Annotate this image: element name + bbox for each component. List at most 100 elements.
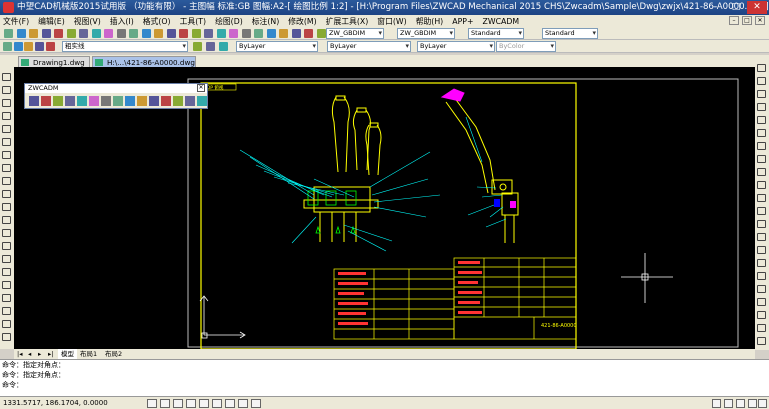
mech-tool-icon[interactable] [137,96,147,106]
modify-tool-icon[interactable] [757,337,766,345]
layer-tool-icon[interactable] [46,42,55,51]
menu-item[interactable]: APP+ [452,17,473,26]
modify-tool-icon[interactable] [757,246,766,254]
draw-tool-icon[interactable] [2,268,11,276]
menu-item[interactable]: 窗口(W) [377,16,406,27]
draw-tool-icon[interactable] [2,86,11,94]
draw-tool-icon[interactable] [2,151,11,159]
doc-restore-icon[interactable]: □ [742,16,752,25]
command-line[interactable]: 命令：指定对角点： 命令：指定对角点： 命令： [0,359,769,396]
menu-item[interactable]: ZWCADM [483,17,520,26]
draw-tool-icon[interactable] [2,333,11,341]
modify-tool-icon[interactable] [757,194,766,202]
modify-tool-icon[interactable] [757,272,766,280]
tool-icon[interactable] [79,29,88,38]
prev-layout-icon[interactable]: ◂ [28,349,31,359]
tool-icon[interactable] [304,29,313,38]
maximize-button[interactable]: □ [726,1,746,14]
modify-tool-icon[interactable] [757,259,766,267]
tool-icon[interactable] [154,29,163,38]
modify-tool-icon[interactable] [757,116,766,124]
modify-tool-icon[interactable] [757,324,766,332]
tool-icon[interactable] [229,29,238,38]
menu-item[interactable]: 文件(F) [3,16,29,27]
modify-tool-icon[interactable] [757,233,766,241]
layer-tool-icon[interactable] [14,42,23,51]
menu-item[interactable]: 编辑(E) [38,16,65,27]
doc-close-icon[interactable]: ✕ [755,16,765,25]
layer-select[interactable]: 粗实线 [62,41,188,52]
tool-icon[interactable] [279,29,288,38]
tool-icon[interactable] [4,29,13,38]
mech-tool-icon[interactable] [125,96,135,106]
mech-tool-icon[interactable] [29,96,39,106]
mech-tool-icon[interactable] [161,96,171,106]
table-style-select[interactable]: Standard [542,28,598,39]
modify-tool-icon[interactable] [757,64,766,72]
tool-icon[interactable] [67,29,76,38]
draw-tool-icon[interactable] [2,307,11,315]
tool-icon[interactable] [17,29,26,38]
zwcadm-palette[interactable]: ZWCADM ✕ [24,83,208,109]
menu-item[interactable]: 插入(I) [110,16,134,27]
modify-tool-icon[interactable] [757,285,766,293]
menu-item[interactable]: 扩展工具(X) [326,16,369,27]
layer-tool-icon[interactable] [219,42,228,51]
status-toggle-button[interactable] [251,399,261,408]
mech-tool-icon[interactable] [77,96,87,106]
palette-close-icon[interactable]: ✕ [197,84,205,92]
menu-item[interactable]: 视图(V) [74,16,101,27]
tool-icon[interactable] [317,29,326,38]
status-tray-icon[interactable] [724,399,733,408]
modify-tool-icon[interactable] [757,155,766,163]
modify-tool-icon[interactable] [757,90,766,98]
color-select[interactable]: ByLayer [236,41,318,52]
modify-tool-icon[interactable] [757,311,766,319]
tool-icon[interactable] [92,29,101,38]
tool-icon[interactable] [129,29,138,38]
tool-icon[interactable] [242,29,251,38]
draw-tool-icon[interactable] [2,190,11,198]
draw-tool-icon[interactable] [2,99,11,107]
first-layout-icon[interactable]: |◂ [17,349,22,359]
tool-icon[interactable] [104,29,113,38]
layer-tool-icon[interactable] [35,42,44,51]
status-tray-icon[interactable] [758,399,767,408]
menu-item[interactable]: 标注(N) [252,16,280,27]
modify-tool-icon[interactable] [757,207,766,215]
mech-tool-icon[interactable] [185,96,195,106]
layer-tool-icon[interactable] [206,42,215,51]
tool-icon[interactable] [217,29,226,38]
layer-tool-icon[interactable] [193,42,202,51]
tool-icon[interactable] [117,29,126,38]
draw-tool-icon[interactable] [2,255,11,263]
tool-icon[interactable] [204,29,213,38]
tool-icon[interactable] [29,29,38,38]
status-toggle-button[interactable] [186,399,196,408]
tab-421-86-a0000[interactable]: H:\...\421-86-A0000.dwg [92,56,196,67]
status-tray-icon[interactable] [712,399,721,408]
tab-layout1[interactable]: 布局1 [80,349,97,359]
draw-tool-icon[interactable] [2,216,11,224]
text-style-select[interactable]: Standard [468,28,524,39]
modify-tool-icon[interactable] [757,220,766,228]
draw-tool-icon[interactable] [2,138,11,146]
tool-icon[interactable] [54,29,63,38]
lineweight-select[interactable]: ByLayer [417,41,495,52]
menu-item[interactable]: 修改(M) [288,16,316,27]
plotstyle-select[interactable]: ByColor [496,41,556,52]
draw-tool-icon[interactable] [2,164,11,172]
mech-tool-icon[interactable] [41,96,51,106]
minimize-button[interactable]: – [705,1,725,14]
tool-icon[interactable] [292,29,301,38]
modify-tool-icon[interactable] [757,168,766,176]
status-toggle-button[interactable] [173,399,183,408]
close-button[interactable]: ✕ [747,1,767,14]
mech-tool-icon[interactable] [197,96,207,106]
menu-item[interactable]: 工具(T) [180,16,206,27]
tool-icon[interactable] [42,29,51,38]
mech-tool-icon[interactable] [173,96,183,106]
drawing-canvas[interactable]: TOP 俯视 421-86-A0000 [14,67,755,349]
status-tray-icon[interactable] [736,399,745,408]
modify-tool-icon[interactable] [757,103,766,111]
